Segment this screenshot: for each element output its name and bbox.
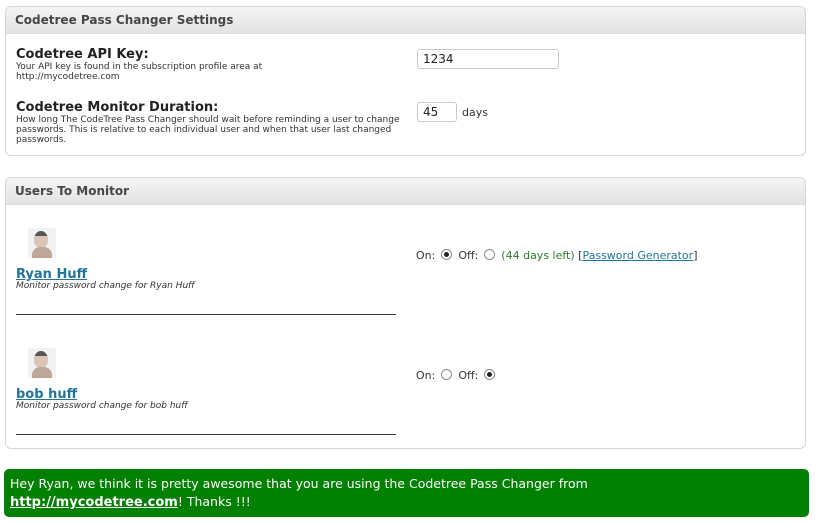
duration-setting: Codetree Monitor Duration: How long The … [16, 100, 399, 145]
off-radio[interactable] [483, 249, 495, 260]
on-radio[interactable] [440, 369, 452, 380]
on-label: On: [416, 369, 436, 382]
user-row: bob huff Monitor password change for bob… [16, 338, 396, 438]
thank-you-banner: Hey Ryan, we think it is pretty awesome … [4, 469, 809, 517]
off-radio[interactable] [483, 369, 495, 380]
banner-text: Hey Ryan, we think it is pretty awesome … [10, 476, 588, 491]
settings-panel: Codetree Pass Changer Settings Codetree … [5, 6, 806, 156]
user-description: Monitor password change for Ryan Huff [16, 281, 195, 291]
banner-thanks: ! Thanks !!! [177, 494, 251, 509]
bracket-close: ] [693, 249, 698, 262]
avatar [28, 348, 56, 378]
on-label: On: [416, 249, 436, 262]
duration-description: How long The CodeTree Pass Changer shoul… [16, 115, 400, 145]
divider [16, 434, 396, 435]
banner-link[interactable]: http://mycodetree.com [10, 495, 178, 510]
on-radio[interactable] [440, 249, 452, 260]
off-label: Off: [458, 249, 479, 262]
duration-input[interactable] [417, 102, 457, 122]
user-name-link[interactable]: Ryan Huff [16, 267, 87, 282]
api-key-input[interactable] [417, 49, 559, 69]
duration-unit: days [462, 106, 488, 119]
api-key-description: Your API key is found in the subscriptio… [16, 62, 263, 82]
users-panel: Users To Monitor Ryan Huff Monitor passw… [5, 177, 806, 449]
days-left-text: (44 days left) [501, 249, 575, 262]
users-panel-title: Users To Monitor [6, 178, 805, 205]
user-monitor-toggles: On: Off: [416, 369, 498, 382]
divider [16, 314, 396, 315]
user-row: Ryan Huff Monitor password change for Ry… [16, 218, 396, 318]
avatar [28, 228, 56, 258]
user-monitor-toggles: On: Off: (44 days left) [Password Genera… [416, 249, 698, 262]
off-label: Off: [458, 369, 479, 382]
user-name-link[interactable]: bob huff [16, 387, 77, 402]
duration-label: Codetree Monitor Duration: [16, 100, 219, 115]
user-description: Monitor password change for bob huff [16, 401, 188, 411]
api-key-label: Codetree API Key: [16, 47, 149, 62]
password-generator-link[interactable]: Password Generator [582, 249, 693, 262]
settings-panel-title: Codetree Pass Changer Settings [6, 7, 805, 34]
api-key-setting: Codetree API Key: Your API key is found … [16, 47, 396, 82]
